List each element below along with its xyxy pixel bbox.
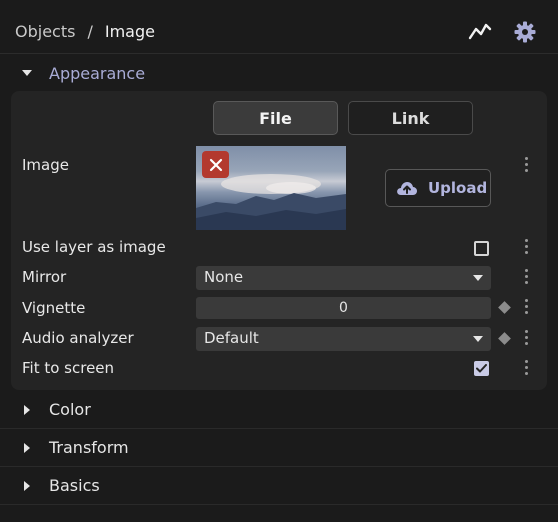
use-layer-options-icon[interactable] <box>522 239 530 257</box>
breadcrumb-separator: / <box>87 22 93 41</box>
breadcrumb: Objects / Image <box>15 22 155 41</box>
header: Objects / Image <box>0 0 558 54</box>
audio-analyzer-select[interactable]: Default <box>196 327 491 351</box>
mirror-options-icon[interactable] <box>522 269 530 287</box>
section-appearance[interactable]: Appearance <box>0 54 558 92</box>
chevron-down-icon <box>473 275 483 281</box>
graph-icon[interactable] <box>468 20 492 44</box>
vignette-input[interactable]: 0 <box>196 297 491 319</box>
caret-right-icon <box>24 480 30 491</box>
section-transform[interactable]: Transform <box>0 429 558 467</box>
image-label: Image <box>22 156 69 174</box>
checkmark-icon <box>476 364 487 373</box>
chevron-down-icon <box>473 336 483 342</box>
caret-right-icon <box>24 404 30 415</box>
audio-analyzer-label: Audio analyzer <box>22 329 134 347</box>
use-layer-checkbox[interactable] <box>474 241 489 256</box>
caret-down-icon <box>22 70 32 76</box>
remove-image-button[interactable] <box>202 151 229 178</box>
gear-icon[interactable] <box>513 20 537 44</box>
use-layer-label: Use layer as image <box>22 238 166 256</box>
mirror-select[interactable]: None <box>196 266 491 290</box>
caret-right-icon <box>24 442 30 453</box>
upload-button[interactable]: Upload <box>385 169 491 207</box>
section-color-label: Color <box>49 400 91 419</box>
tab-file[interactable]: File <box>213 101 338 135</box>
mirror-label: Mirror <box>22 268 67 286</box>
tab-link[interactable]: Link <box>348 101 473 135</box>
section-transform-label: Transform <box>49 438 129 457</box>
vignette-label: Vignette <box>22 299 86 317</box>
breadcrumb-current: Image <box>104 22 155 41</box>
audio-analyzer-value: Default <box>204 329 259 347</box>
cloud-upload-icon <box>397 182 417 195</box>
image-options-icon[interactable] <box>522 157 530 175</box>
close-icon <box>209 158 222 171</box>
section-basics[interactable]: Basics <box>0 467 558 505</box>
breadcrumb-objects[interactable]: Objects <box>15 22 75 41</box>
section-basics-label: Basics <box>49 476 100 495</box>
fit-to-screen-options-icon[interactable] <box>522 360 530 378</box>
fit-to-screen-label: Fit to screen <box>22 359 115 377</box>
section-appearance-label: Appearance <box>49 63 146 83</box>
upload-label: Upload <box>428 179 488 197</box>
fit-to-screen-checkbox[interactable] <box>474 361 489 376</box>
vignette-options-icon[interactable] <box>522 299 530 317</box>
mirror-value: None <box>204 268 244 286</box>
section-color[interactable]: Color <box>0 391 558 429</box>
audio-analyzer-options-icon[interactable] <box>522 330 530 348</box>
